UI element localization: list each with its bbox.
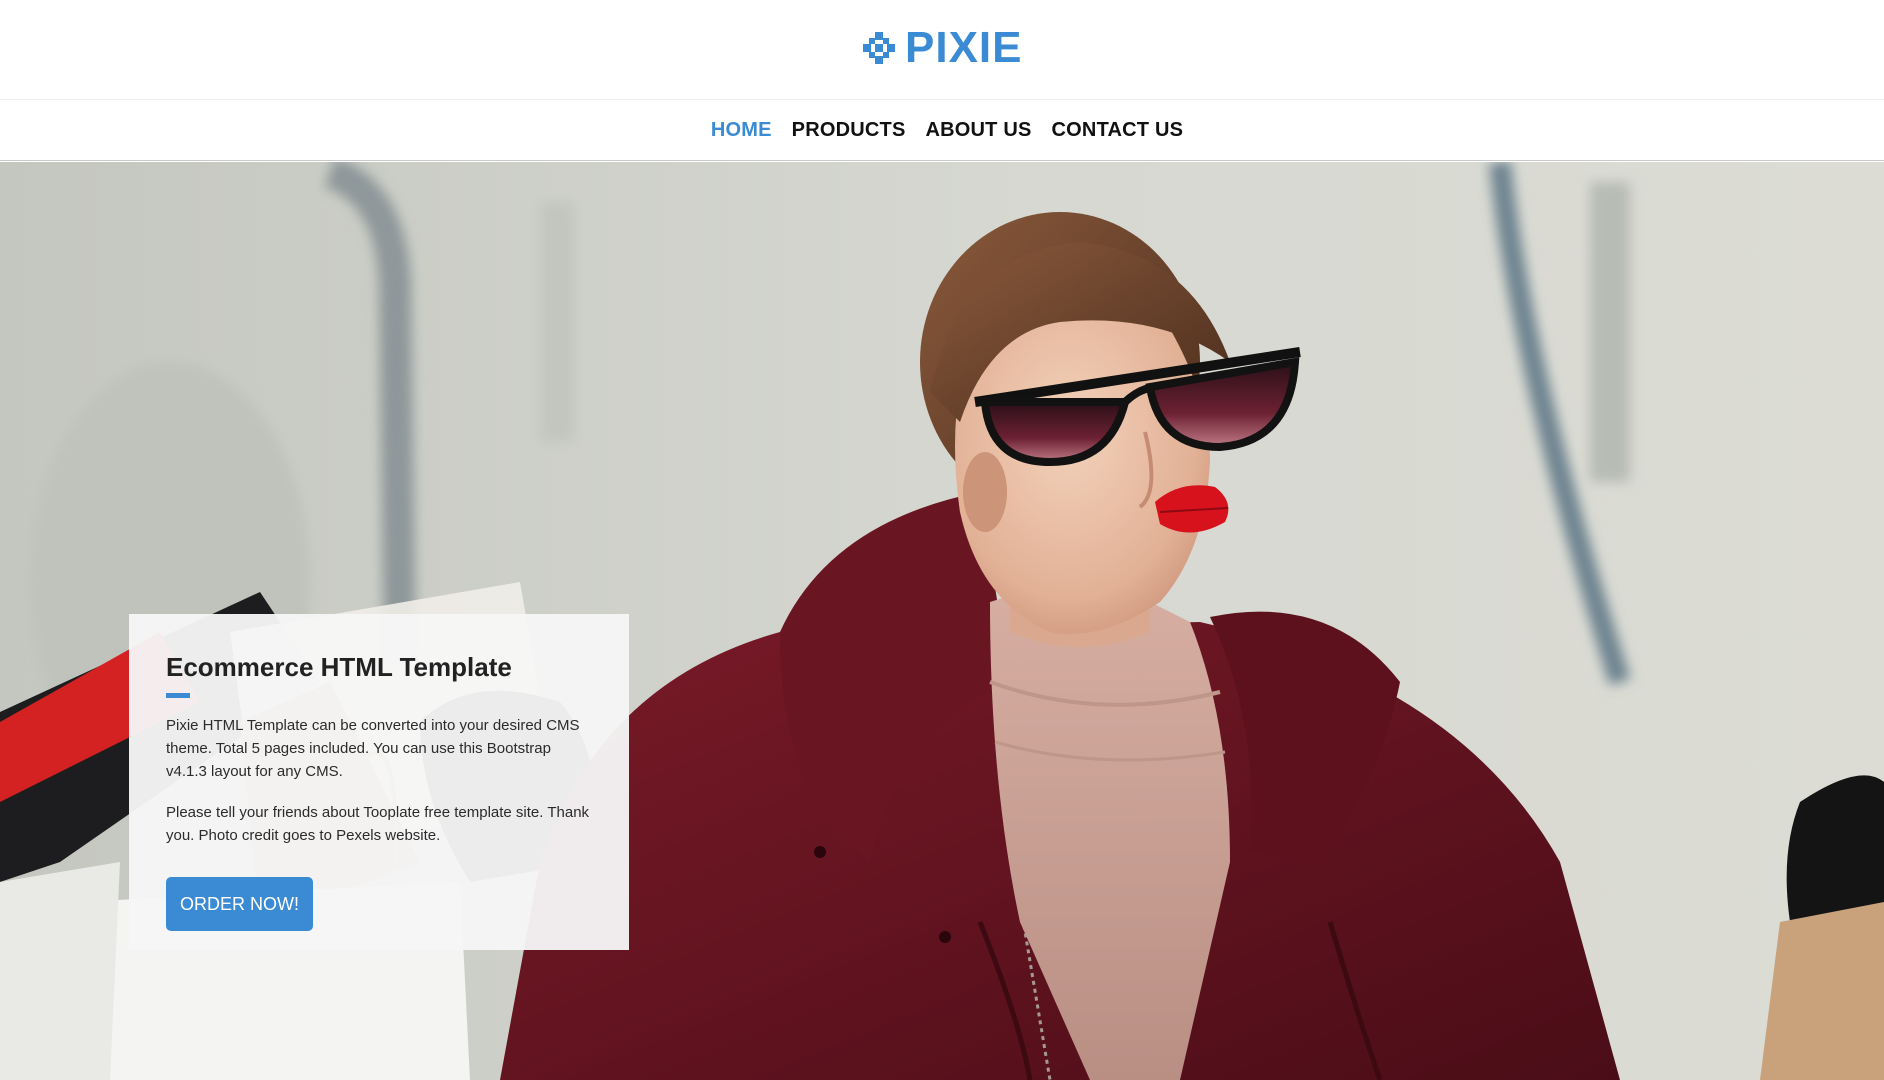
- nav-links: HOME PRODUCTS ABOUT US CONTACT US: [0, 100, 1884, 160]
- pixel-diamond-icon: [863, 32, 895, 64]
- nav-products[interactable]: PRODUCTS: [792, 119, 906, 142]
- nav-contact-us[interactable]: CONTACT US: [1052, 119, 1184, 142]
- card-paragraph-2: Please tell your friends about Tooplate …: [166, 804, 590, 844]
- nav-home[interactable]: HOME: [711, 119, 772, 142]
- main-nav: HOME PRODUCTS ABOUT US CONTACT US: [0, 100, 1884, 161]
- card-title: Ecommerce HTML Template: [166, 652, 512, 682]
- brand-name: PIXIE: [905, 23, 1023, 72]
- order-now-button[interactable]: ORDER NOW!: [166, 877, 313, 931]
- hero-info-card: Ecommerce HTML Template Pixie HTML Templ…: [129, 614, 629, 950]
- nav-about-us[interactable]: ABOUT US: [925, 119, 1031, 142]
- card-paragraph-1: Pixie HTML Template can be converted int…: [166, 717, 580, 780]
- hero-section: Ecommerce HTML Template Pixie HTML Templ…: [0, 162, 1884, 1080]
- title-underline: [166, 693, 190, 698]
- site-header: PIXIE: [0, 0, 1884, 100]
- brand-logo[interactable]: PIXIE: [861, 24, 1023, 72]
